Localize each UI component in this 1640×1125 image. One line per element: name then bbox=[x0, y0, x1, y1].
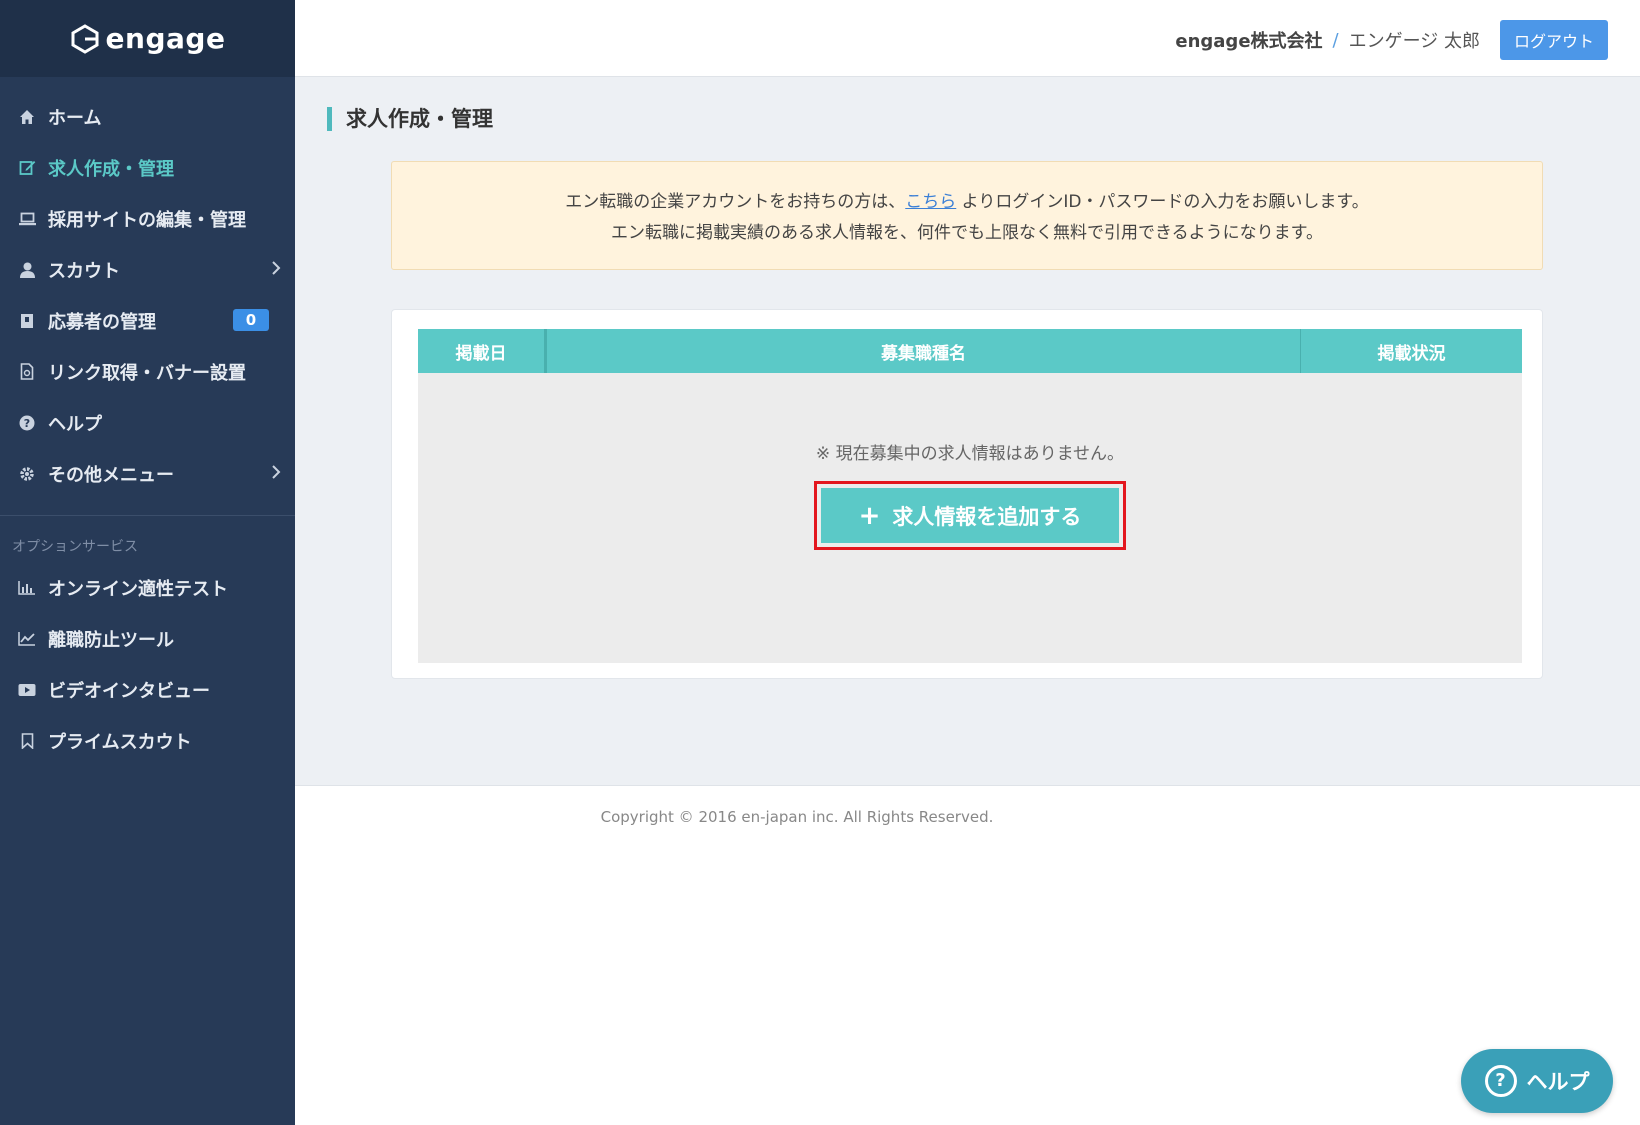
notice-line-2: エン転職に掲載実績のある求人情報を、何件でも上限なく無料で引用できるようになりま… bbox=[611, 223, 1323, 243]
sidebar-divider bbox=[0, 515, 295, 516]
link-doc-icon bbox=[18, 363, 36, 381]
column-header-date[interactable]: 掲載日 bbox=[418, 329, 547, 373]
sidebar-item-other-menu[interactable]: その他メニュー bbox=[0, 448, 295, 499]
home-icon bbox=[18, 108, 36, 126]
option-services-nav: オンライン適性テスト 離職防止ツール ビデオインタビュー プライムスカウト bbox=[0, 562, 295, 766]
page-title: 求人作成・管理 bbox=[327, 107, 493, 131]
sidebar-item-label: プライムスカウト bbox=[48, 731, 192, 753]
add-button-highlight: + 求人情報を追加する bbox=[814, 481, 1126, 550]
sidebar-item-label: ヘルプ bbox=[48, 413, 102, 435]
account-area: engage株式会社 / エンゲージ 太郎 ログアウト bbox=[1175, 20, 1608, 60]
sidebar-item-label: ビデオインタビュー bbox=[48, 680, 210, 702]
bookmark-icon bbox=[18, 732, 36, 750]
applicant-count-badge: 0 bbox=[233, 309, 269, 331]
laptop-icon bbox=[18, 210, 36, 228]
sidebar-item-label: 採用サイトの編集・管理 bbox=[48, 209, 246, 231]
column-header-status[interactable]: 掲載状況 bbox=[1301, 329, 1522, 373]
question-icon: ? bbox=[18, 414, 36, 432]
chevron-right-icon bbox=[271, 464, 281, 485]
notice-link[interactable]: こちら bbox=[905, 192, 956, 212]
option-services-label: オプションサービス bbox=[12, 539, 138, 555]
engage-logo[interactable]: engage bbox=[70, 22, 226, 55]
bar-chart-icon bbox=[18, 579, 36, 597]
sidebar-item-label: その他メニュー bbox=[48, 464, 174, 486]
add-job-button[interactable]: + 求人情報を追加する bbox=[821, 488, 1119, 543]
sidebar-item-site-edit[interactable]: 採用サイトの編集・管理 bbox=[0, 193, 295, 244]
engage-logo-icon bbox=[71, 23, 99, 54]
sidebar-item-scout[interactable]: スカウト bbox=[0, 244, 295, 295]
table-header: 掲載日 募集職種名 掲載状況 bbox=[418, 329, 1522, 373]
sidebar: engage ホーム 求人作成・管理 採用サイトの編集・管理 スカウト 応募者の… bbox=[0, 0, 295, 1125]
svg-text:?: ? bbox=[24, 417, 30, 430]
video-icon bbox=[18, 681, 36, 699]
user-name: エンゲージ 太郎 bbox=[1348, 31, 1480, 52]
column-header-job-title[interactable]: 募集職種名 bbox=[547, 329, 1301, 373]
edit-icon bbox=[18, 159, 36, 177]
logout-button[interactable]: ログアウト bbox=[1499, 20, 1608, 60]
sidebar-item-applicants[interactable]: 応募者の管理 0 bbox=[0, 295, 295, 346]
breadcrumb-separator: / bbox=[1332, 29, 1339, 51]
id-card-icon bbox=[18, 312, 36, 330]
company-name: engage株式会社 bbox=[1175, 31, 1323, 52]
help-floating-label: ヘルプ bbox=[1526, 1070, 1590, 1094]
sidebar-item-retention-tool[interactable]: 離職防止ツール bbox=[0, 613, 295, 664]
sidebar-item-label: オンライン適性テスト bbox=[48, 578, 228, 600]
notice-banner: エン転職の企業アカウントをお持ちの方は、こちら よりログインID・パスワードの入… bbox=[391, 161, 1543, 270]
sidebar-item-label: 応募者の管理 bbox=[48, 311, 156, 333]
question-icon: ? bbox=[1484, 1065, 1517, 1097]
sidebar-item-label: 求人作成・管理 bbox=[48, 158, 174, 180]
copyright-text: Copyright © 2016 en-japan inc. All Right… bbox=[600, 808, 994, 826]
add-job-button-label: 求人情報を追加する bbox=[892, 504, 1082, 529]
sidebar-item-link-banner[interactable]: リンク取得・バナー設置 bbox=[0, 346, 295, 397]
logo-bar: engage bbox=[0, 0, 295, 77]
table-body: ※ 現在募集中の求人情報はありません。 + 求人情報を追加する bbox=[418, 373, 1522, 663]
empty-state-message: ※ 現在募集中の求人情報はありません。 bbox=[815, 444, 1125, 464]
job-list-card: 掲載日 募集職種名 掲載状況 ※ 現在募集中の求人情報はありません。 + 求人情… bbox=[391, 309, 1543, 679]
sidebar-item-label: スカウト bbox=[48, 260, 120, 282]
gear-icon bbox=[18, 465, 36, 483]
sidebar-item-label: 離職防止ツール bbox=[48, 629, 174, 651]
sidebar-item-prime-scout[interactable]: プライムスカウト bbox=[0, 715, 295, 766]
sidebar-item-job-management[interactable]: 求人作成・管理 bbox=[0, 142, 295, 193]
sidebar-nav: ホーム 求人作成・管理 採用サイトの編集・管理 スカウト 応募者の管理 0 リン… bbox=[0, 77, 295, 499]
notice-line-1: エン転職の企業アカウントをお持ちの方は、こちら よりログインID・パスワードの入… bbox=[565, 192, 1369, 212]
chevron-right-icon bbox=[271, 260, 281, 281]
main-content: 求人作成・管理 エン転職の企業アカウントをお持ちの方は、こちら よりログインID… bbox=[295, 77, 1640, 785]
sidebar-item-help[interactable]: ? ヘルプ bbox=[0, 397, 295, 448]
sidebar-item-video-interview[interactable]: ビデオインタビュー bbox=[0, 664, 295, 715]
top-header: engage株式会社 / エンゲージ 太郎 ログアウト bbox=[295, 0, 1640, 77]
logo-text: engage bbox=[105, 22, 226, 55]
sidebar-item-label: リンク取得・バナー設置 bbox=[48, 362, 246, 384]
plus-icon: + bbox=[858, 500, 881, 531]
footer: Copyright © 2016 en-japan inc. All Right… bbox=[295, 785, 1640, 1125]
sidebar-item-aptitude-test[interactable]: オンライン適性テスト bbox=[0, 562, 295, 613]
line-chart-icon bbox=[18, 630, 36, 648]
help-floating-button[interactable]: ? ヘルプ bbox=[1461, 1049, 1613, 1113]
user-icon bbox=[18, 261, 36, 279]
sidebar-item-label: ホーム bbox=[48, 107, 102, 129]
sidebar-item-home[interactable]: ホーム bbox=[0, 91, 295, 142]
